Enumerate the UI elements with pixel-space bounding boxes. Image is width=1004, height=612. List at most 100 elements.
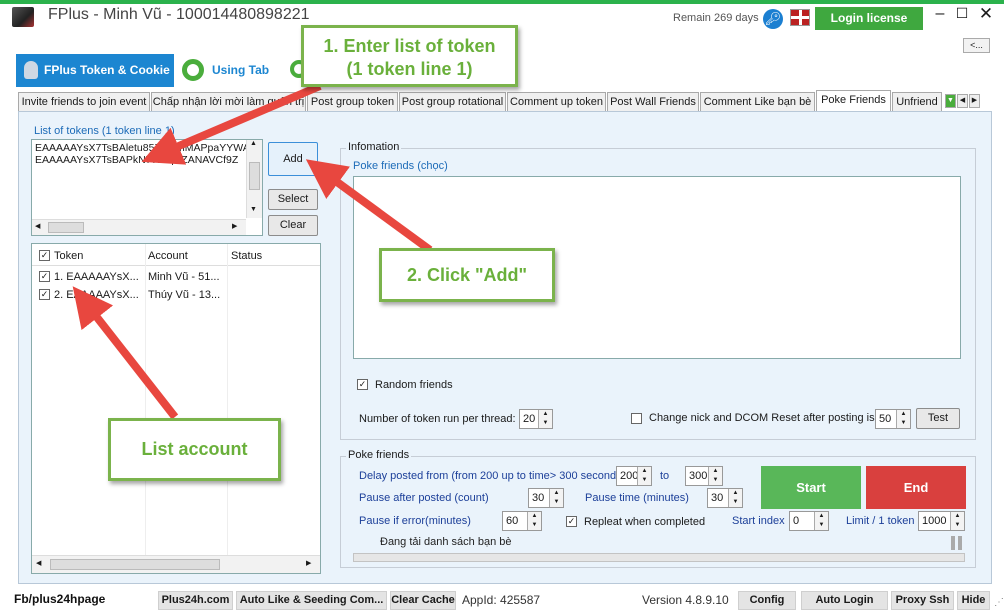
auto-login-button[interactable]: Auto Login xyxy=(801,591,888,610)
table-row[interactable]: ✓ 2. EAAAAAYsX... Thúy Vũ - 13... xyxy=(32,287,320,305)
scroll-up-icon[interactable]: ▲ xyxy=(250,140,257,147)
test-button[interactable]: Test xyxy=(916,408,960,429)
column-status[interactable]: Status xyxy=(231,250,262,262)
account-list[interactable]: ✓ Token Account Status ✓ 1. EAAAAAYsX...… xyxy=(31,243,321,574)
row-checkbox[interactable]: ✓ xyxy=(39,271,50,282)
tab-accept-admin[interactable]: Chấp nhận lời mời làm quản trị xyxy=(151,92,306,111)
tab-comment-up-token[interactable]: Comment up token xyxy=(507,92,606,111)
start-index-stepper[interactable]: 0 ▲ ▼ xyxy=(789,511,829,531)
sub-tab-strip: Invite friends to join event Chấp nhận l… xyxy=(18,90,992,111)
scroll-thumb[interactable] xyxy=(249,162,260,190)
tab-post-group-token[interactable]: Post group token xyxy=(307,92,398,111)
tab-post-wall-friends[interactable]: Post Wall Friends xyxy=(607,92,699,111)
stepper-value: 200 xyxy=(620,470,639,482)
clear-button[interactable]: Clear xyxy=(268,215,318,236)
stepper-value: 30 xyxy=(532,492,545,504)
scroll-left-icon[interactable]: ◀ xyxy=(35,222,40,230)
select-all-checkbox[interactable]: ✓ xyxy=(39,250,50,261)
stepper-arrows-icon[interactable]: ▲ ▼ xyxy=(728,489,742,507)
stepper-value: 50 xyxy=(879,413,892,425)
delay-from-stepper[interactable]: 200 ▲ ▼ xyxy=(616,466,652,486)
plus24h-button[interactable]: Plus24h.com xyxy=(158,591,233,610)
tab-post-group-rotational[interactable]: Post group rotational xyxy=(399,92,506,111)
tab-next-icon[interactable]: ▶ xyxy=(969,94,980,108)
end-button[interactable]: End xyxy=(866,466,966,509)
stepper-value: 30 xyxy=(711,492,724,504)
token-line: EAAAAAYsX7TsBAletu85ZBGmMAPpaYYWA xyxy=(35,142,250,154)
tab-poke-friends[interactable]: Poke Friends xyxy=(816,90,891,111)
minimize-icon[interactable]: – xyxy=(930,5,950,23)
stepper-arrows-icon[interactable]: ▲ ▼ xyxy=(814,512,828,530)
facebook-page-link[interactable]: Fb/plus24hpage xyxy=(14,592,105,606)
token-vertical-scrollbar[interactable]: ▲ ▼ xyxy=(246,140,262,218)
pause-after-stepper[interactable]: 30 ▲ ▼ xyxy=(528,488,564,508)
close-icon[interactable]: ✕ xyxy=(976,4,996,24)
scroll-right-icon[interactable]: ▶ xyxy=(306,559,311,567)
table-row[interactable]: ✓ 1. EAAAAAYsX... Minh Vũ - 51... xyxy=(32,269,320,287)
tab-label: FPlus Token & Cookie xyxy=(44,63,170,77)
scroll-down-icon[interactable]: ▼ xyxy=(250,206,257,213)
stepper-arrows-icon[interactable]: ▲ ▼ xyxy=(950,512,964,530)
token-per-thread-stepper[interactable]: 20 ▲ ▼ xyxy=(519,409,553,429)
login-license-button[interactable]: Login license xyxy=(815,7,923,30)
callout-list-account: List account xyxy=(108,418,281,481)
token-per-thread-label: Number of token run per thread: xyxy=(359,413,516,425)
clear-cache-button[interactable]: Clear Cache xyxy=(390,591,456,610)
tab-fplus-token-cookie[interactable]: FPlus Token & Cookie xyxy=(16,54,174,87)
maximize-icon[interactable]: ☐ xyxy=(952,5,972,22)
config-button[interactable]: Config xyxy=(738,591,796,610)
scroll-thumb[interactable] xyxy=(48,222,84,233)
pause-time-label: Pause time (minutes) xyxy=(585,492,689,504)
delay-to-stepper[interactable]: 300 ▲ ▼ xyxy=(685,466,723,486)
pause-error-stepper[interactable]: 60 ▲ ▼ xyxy=(502,511,542,531)
tab-label: Using Tab xyxy=(212,63,270,77)
scroll-thumb[interactable] xyxy=(50,559,220,570)
callout-step1: 1. Enter list of token (1 token line 1) xyxy=(301,25,518,87)
row-token: 1. EAAAAAYsX... xyxy=(54,271,139,283)
hide-button[interactable]: Hide xyxy=(957,591,990,610)
tab-unfriend[interactable]: Unfriend xyxy=(892,92,942,111)
collapse-button[interactable]: <... xyxy=(963,38,990,53)
key-icon[interactable]: 🔑︎ xyxy=(763,9,783,29)
version-label: Version 4.8.9.10 xyxy=(642,593,729,607)
column-account[interactable]: Account xyxy=(148,250,188,262)
callout-step1-line1: 1. Enter list of token xyxy=(323,36,496,56)
tab-prev-icon[interactable]: ◀ xyxy=(957,94,968,108)
account-horizontal-scrollbar[interactable]: ◀ ▶ xyxy=(32,555,320,573)
uk-flag-icon[interactable] xyxy=(790,9,810,26)
add-button[interactable]: Add xyxy=(268,142,318,176)
scroll-right-icon[interactable]: ▶ xyxy=(232,222,237,230)
change-nick-checkbox[interactable] xyxy=(631,413,642,424)
start-button[interactable]: Start xyxy=(761,466,861,509)
resize-grip-icon[interactable]: ⋰ xyxy=(994,597,1004,608)
stepper-arrows-icon[interactable]: ▲ ▼ xyxy=(637,467,651,485)
repeat-checkbox[interactable]: ✓ xyxy=(566,516,577,527)
stepper-arrows-icon[interactable]: ▲ ▼ xyxy=(708,467,722,485)
tab-menu-icon[interactable]: ▼ xyxy=(945,94,956,108)
tab-using-tab[interactable]: Using Tab xyxy=(178,54,288,87)
start-index-label: Start index xyxy=(732,515,785,527)
tab-invite-friends[interactable]: Invite friends to join event xyxy=(18,92,150,111)
row-checkbox[interactable]: ✓ xyxy=(39,289,50,300)
proxy-ssh-button[interactable]: Proxy Ssh xyxy=(891,591,954,610)
limit-stepper[interactable]: 1000 ▲ ▼ xyxy=(918,511,965,531)
scroll-left-icon[interactable]: ◀ xyxy=(36,559,41,567)
token-horizontal-scrollbar[interactable]: ◀ ▶ xyxy=(32,219,246,235)
random-friends-label: Random friends xyxy=(375,379,453,391)
change-nick-stepper[interactable]: 50 ▲ ▼ xyxy=(875,409,911,429)
select-button[interactable]: Select xyxy=(268,189,318,210)
stepper-value: 300 xyxy=(689,470,708,482)
limit-label: Limit / 1 token xyxy=(846,515,915,527)
stepper-arrows-icon[interactable]: ▲ ▼ xyxy=(549,489,563,507)
token-list-label: List of tokens (1 token line 1) xyxy=(34,125,175,137)
row-account: Thúy Vũ - 13... xyxy=(148,289,221,301)
random-friends-checkbox[interactable]: ✓ xyxy=(357,379,368,390)
stepper-arrows-icon[interactable]: ▲ ▼ xyxy=(896,410,910,428)
tab-comment-like[interactable]: Comment Like bạn bè xyxy=(700,92,815,111)
stepper-arrows-icon[interactable]: ▲ ▼ xyxy=(538,410,552,428)
column-token[interactable]: Token xyxy=(54,250,83,262)
stepper-arrows-icon[interactable]: ▲ ▼ xyxy=(527,512,541,530)
auto-like-button[interactable]: Auto Like & Seeding Com... xyxy=(236,591,387,610)
remaining-days: Remain 269 days xyxy=(673,12,759,24)
pause-time-stepper[interactable]: 30 ▲ ▼ xyxy=(707,488,743,508)
